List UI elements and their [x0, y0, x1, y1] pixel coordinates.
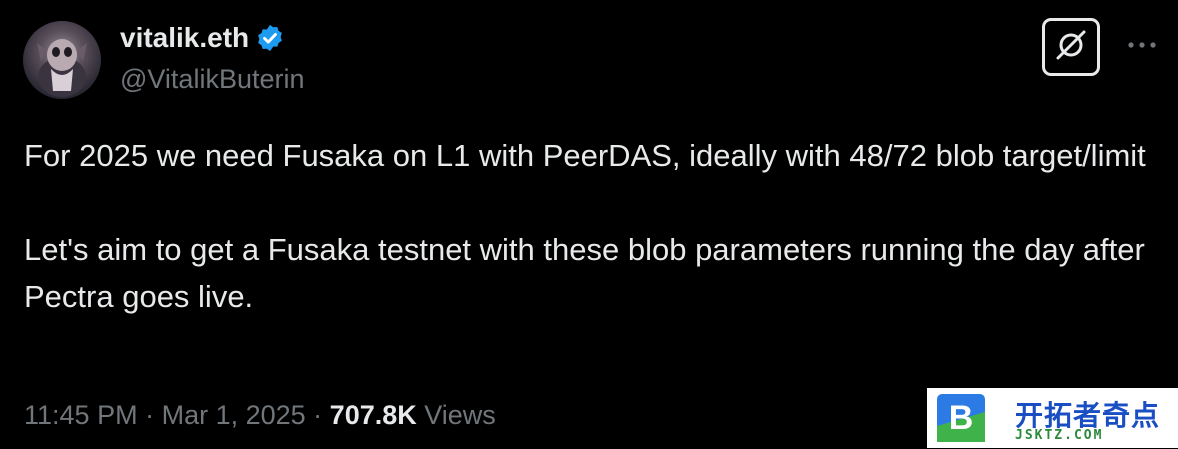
- grok-icon: [1054, 28, 1088, 67]
- more-icon: [1126, 36, 1158, 54]
- watermark-logo-icon: B: [935, 392, 987, 444]
- tweet-paragraph: Let's aim to get a Fusaka testnet with t…: [24, 232, 1145, 314]
- meta-separator: ·: [305, 400, 330, 430]
- tweet-time[interactable]: 11:45 PM: [24, 400, 138, 430]
- tweet-date[interactable]: Mar 1, 2025: [162, 400, 306, 430]
- views-count: 707.8K: [329, 400, 417, 430]
- grok-button[interactable]: [1042, 18, 1100, 76]
- svg-text:B: B: [949, 399, 974, 437]
- author-name[interactable]: vitalik.eth: [120, 22, 285, 54]
- views-label: Views: [424, 400, 496, 430]
- meta-separator: ·: [137, 400, 162, 430]
- watermark: B 开拓者奇点 JSKTZ.COM: [927, 388, 1178, 448]
- watermark-url: JSKTZ.COM: [1015, 428, 1104, 443]
- tweet-paragraph: For 2025 we need Fusaka on L1 with PeerD…: [24, 138, 1146, 173]
- author-handle[interactable]: @VitalikButerin: [120, 64, 305, 95]
- tweet-meta: 11:45 PM · Mar 1, 2025 · 707.8K Views: [24, 400, 496, 431]
- tweet-text: For 2025 we need Fusaka on L1 with PeerD…: [24, 132, 1164, 320]
- verified-badge-icon[interactable]: [255, 23, 285, 53]
- avatar[interactable]: [23, 21, 101, 99]
- more-options-button[interactable]: [1122, 30, 1162, 60]
- author-display-name[interactable]: vitalik.eth: [120, 22, 249, 54]
